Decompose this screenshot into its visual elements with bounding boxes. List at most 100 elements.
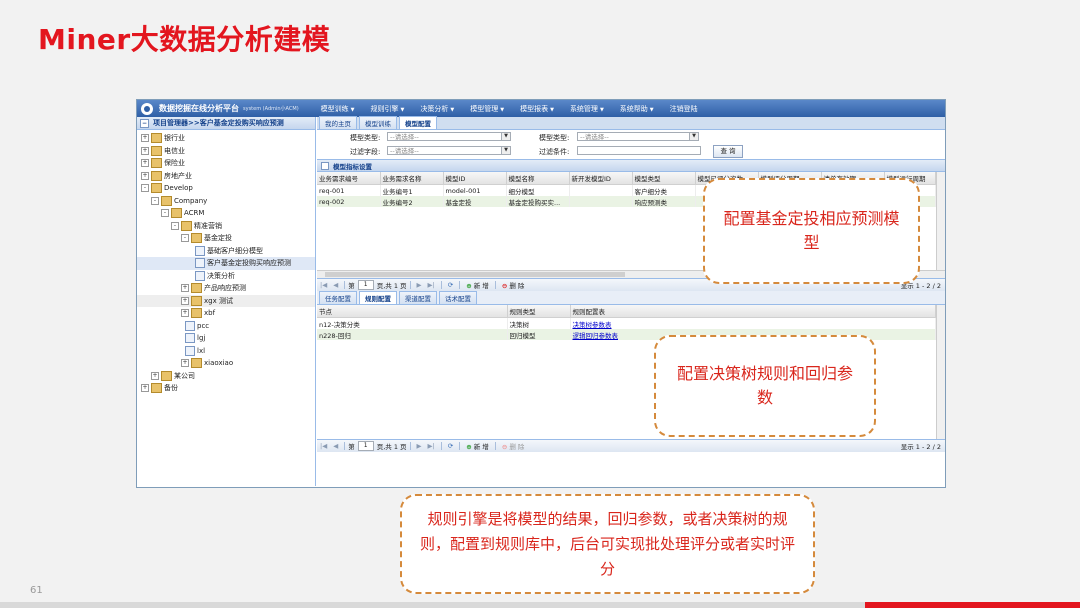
tree-node[interactable]: lxl <box>137 345 315 358</box>
table-row[interactable]: n12-决策分类 决策树 决策树参数表 <box>317 317 936 329</box>
tree-node[interactable]: + xiaoxiao <box>137 357 315 370</box>
tree-node-label: xiaoxiao <box>204 359 234 368</box>
tab-channel-config[interactable]: 渠道配置 <box>399 291 437 304</box>
expand-icon[interactable]: + <box>181 296 189 305</box>
tab-rule-config[interactable]: 规则配置 <box>359 291 397 304</box>
vertical-scrollbar[interactable] <box>936 172 945 270</box>
expand-icon[interactable]: + <box>181 284 189 293</box>
first-page-icon[interactable]: |◀ <box>320 281 327 289</box>
tree-node[interactable]: + 产品响应预测 <box>137 282 315 295</box>
callout-rule-config: 配置决策树规则和回归参数 <box>654 335 876 437</box>
column-header[interactable]: 规则类型 <box>507 305 571 318</box>
collapse-icon[interactable]: - <box>161 209 169 218</box>
refresh-icon[interactable]: ⟳ <box>448 442 453 450</box>
last-page-icon[interactable]: ▶| <box>428 281 435 289</box>
filter-field-select[interactable]: --请选择-- ▼ <box>387 146 511 155</box>
tree-node[interactable]: 基础客户细分模型 <box>137 245 315 258</box>
folder-icon <box>191 358 202 369</box>
collapse-icon[interactable]: - <box>141 184 149 193</box>
expand-icon[interactable]: + <box>181 309 189 318</box>
column-header[interactable]: 业务需求编号 <box>317 172 381 185</box>
menu-logout[interactable]: 注销登陆 <box>670 104 698 114</box>
tree-node-label: 银行业 <box>164 134 185 143</box>
column-header[interactable]: 模型名称 <box>506 172 570 185</box>
expand-icon[interactable]: + <box>181 359 189 368</box>
tree-node[interactable]: - Develop <box>137 182 315 195</box>
collapse-icon[interactable]: − <box>140 118 149 128</box>
tree-node[interactable]: - Company <box>137 195 315 208</box>
expand-icon[interactable]: + <box>141 159 149 168</box>
refresh-icon[interactable]: ⟳ <box>448 281 453 289</box>
collapse-icon[interactable] <box>321 161 329 170</box>
model-type2-select[interactable]: --请选择-- ▼ <box>577 132 699 141</box>
add-button[interactable]: ⊕ 新 增 <box>466 441 489 451</box>
collapse-icon[interactable]: - <box>171 221 179 230</box>
column-header[interactable]: 规则配置表 <box>570 305 936 318</box>
next-page-icon[interactable]: ▶ <box>417 442 422 450</box>
menu-rule-engine[interactable]: 规则引擎 ▼ <box>371 104 405 114</box>
document-icon <box>185 320 195 331</box>
tab-script-config[interactable]: 话术配置 <box>439 291 477 304</box>
expand-icon[interactable]: + <box>151 371 159 380</box>
tree-node[interactable]: + 房地产业 <box>137 170 315 183</box>
tree-node[interactable]: + 备份 <box>137 382 315 395</box>
page-input[interactable]: 1 <box>357 280 374 290</box>
tree-node[interactable]: - 基金定投 <box>137 232 315 245</box>
expand-icon[interactable]: + <box>141 146 149 155</box>
menu-system-manage[interactable]: 系统管理 ▼ <box>570 104 604 114</box>
delete-button[interactable]: ⊖ 删 除 <box>502 441 525 451</box>
column-header[interactable]: 模型ID <box>443 172 507 185</box>
first-page-icon[interactable]: |◀ <box>320 442 327 450</box>
column-header[interactable]: 业务需求名称 <box>380 172 444 185</box>
tree-node[interactable]: pcc <box>137 320 315 333</box>
prev-page-icon[interactable]: ◀ <box>333 442 338 450</box>
tab-task-config[interactable]: 任务配置 <box>319 291 357 304</box>
tab-model-config[interactable]: 模型配置 <box>399 116 437 129</box>
filter-cond-input[interactable] <box>577 146 701 155</box>
tree-node[interactable]: + 保险业 <box>137 157 315 170</box>
add-icon: ⊕ <box>466 443 472 451</box>
menu-system-help[interactable]: 系统帮助 ▼ <box>620 104 654 114</box>
tree-node[interactable]: - ACRM <box>137 207 315 220</box>
next-page-icon[interactable]: ▶ <box>417 281 422 289</box>
vertical-scrollbar[interactable] <box>936 305 945 439</box>
menu-decision[interactable]: 决策分析 ▼ <box>420 104 454 114</box>
collapse-icon[interactable]: - <box>151 196 159 205</box>
expand-icon[interactable]: + <box>141 384 149 393</box>
expand-icon[interactable]: + <box>141 171 149 180</box>
table-cell: 基金定投 <box>443 196 507 207</box>
model-type-select[interactable]: --请选择-- ▼ <box>387 132 511 141</box>
tree-node[interactable]: 客户基金定投购买响应预测 <box>137 257 315 270</box>
folder-icon <box>191 308 202 319</box>
tree-node[interactable]: + xbf <box>137 307 315 320</box>
table-cell: 业务编号1 <box>380 184 444 196</box>
folder-icon <box>151 158 162 169</box>
last-page-icon[interactable]: ▶| <box>428 442 435 450</box>
tree-node[interactable]: + xgx 测试 <box>137 294 315 307</box>
tab-model-train[interactable]: 模型训练 <box>359 116 397 129</box>
tree-node[interactable]: + 银行业 <box>137 132 315 145</box>
expand-icon[interactable]: + <box>141 134 149 143</box>
collapse-icon[interactable]: - <box>181 234 189 243</box>
tree-node[interactable]: lgj <box>137 332 315 345</box>
column-header[interactable]: 节点 <box>317 305 508 318</box>
page-input[interactable]: 1 <box>357 441 374 451</box>
tree-node[interactable]: + 电信业 <box>137 145 315 158</box>
menu-model-train[interactable]: 模型训练 ▼ <box>321 104 355 114</box>
tree-node[interactable]: + 某公司 <box>137 370 315 383</box>
chevron-down-icon: ▼ <box>501 147 510 154</box>
add-button[interactable]: ⊕ 新 增 <box>466 280 489 290</box>
delete-button[interactable]: ⊖ 删 除 <box>502 280 525 290</box>
menu-model-manage[interactable]: 模型管理 ▼ <box>470 104 504 114</box>
tree-node[interactable]: - 精准营销 <box>137 220 315 233</box>
tab-home[interactable]: 我的主页 <box>319 116 357 129</box>
table-cell[interactable]: 决策树参数表 <box>570 317 936 329</box>
menu-model-report[interactable]: 模型报表 ▼ <box>520 104 554 114</box>
query-button[interactable]: 查 询 <box>713 145 743 158</box>
tree-node[interactable]: 决策分析 <box>137 270 315 283</box>
tree-node-label: 房地产业 <box>164 171 192 180</box>
filter-field-label: 过滤字段: <box>350 148 381 156</box>
column-header[interactable]: 新开发模型ID <box>569 172 633 185</box>
prev-page-icon[interactable]: ◀ <box>333 281 338 289</box>
column-header[interactable]: 模型类型 <box>632 172 696 185</box>
